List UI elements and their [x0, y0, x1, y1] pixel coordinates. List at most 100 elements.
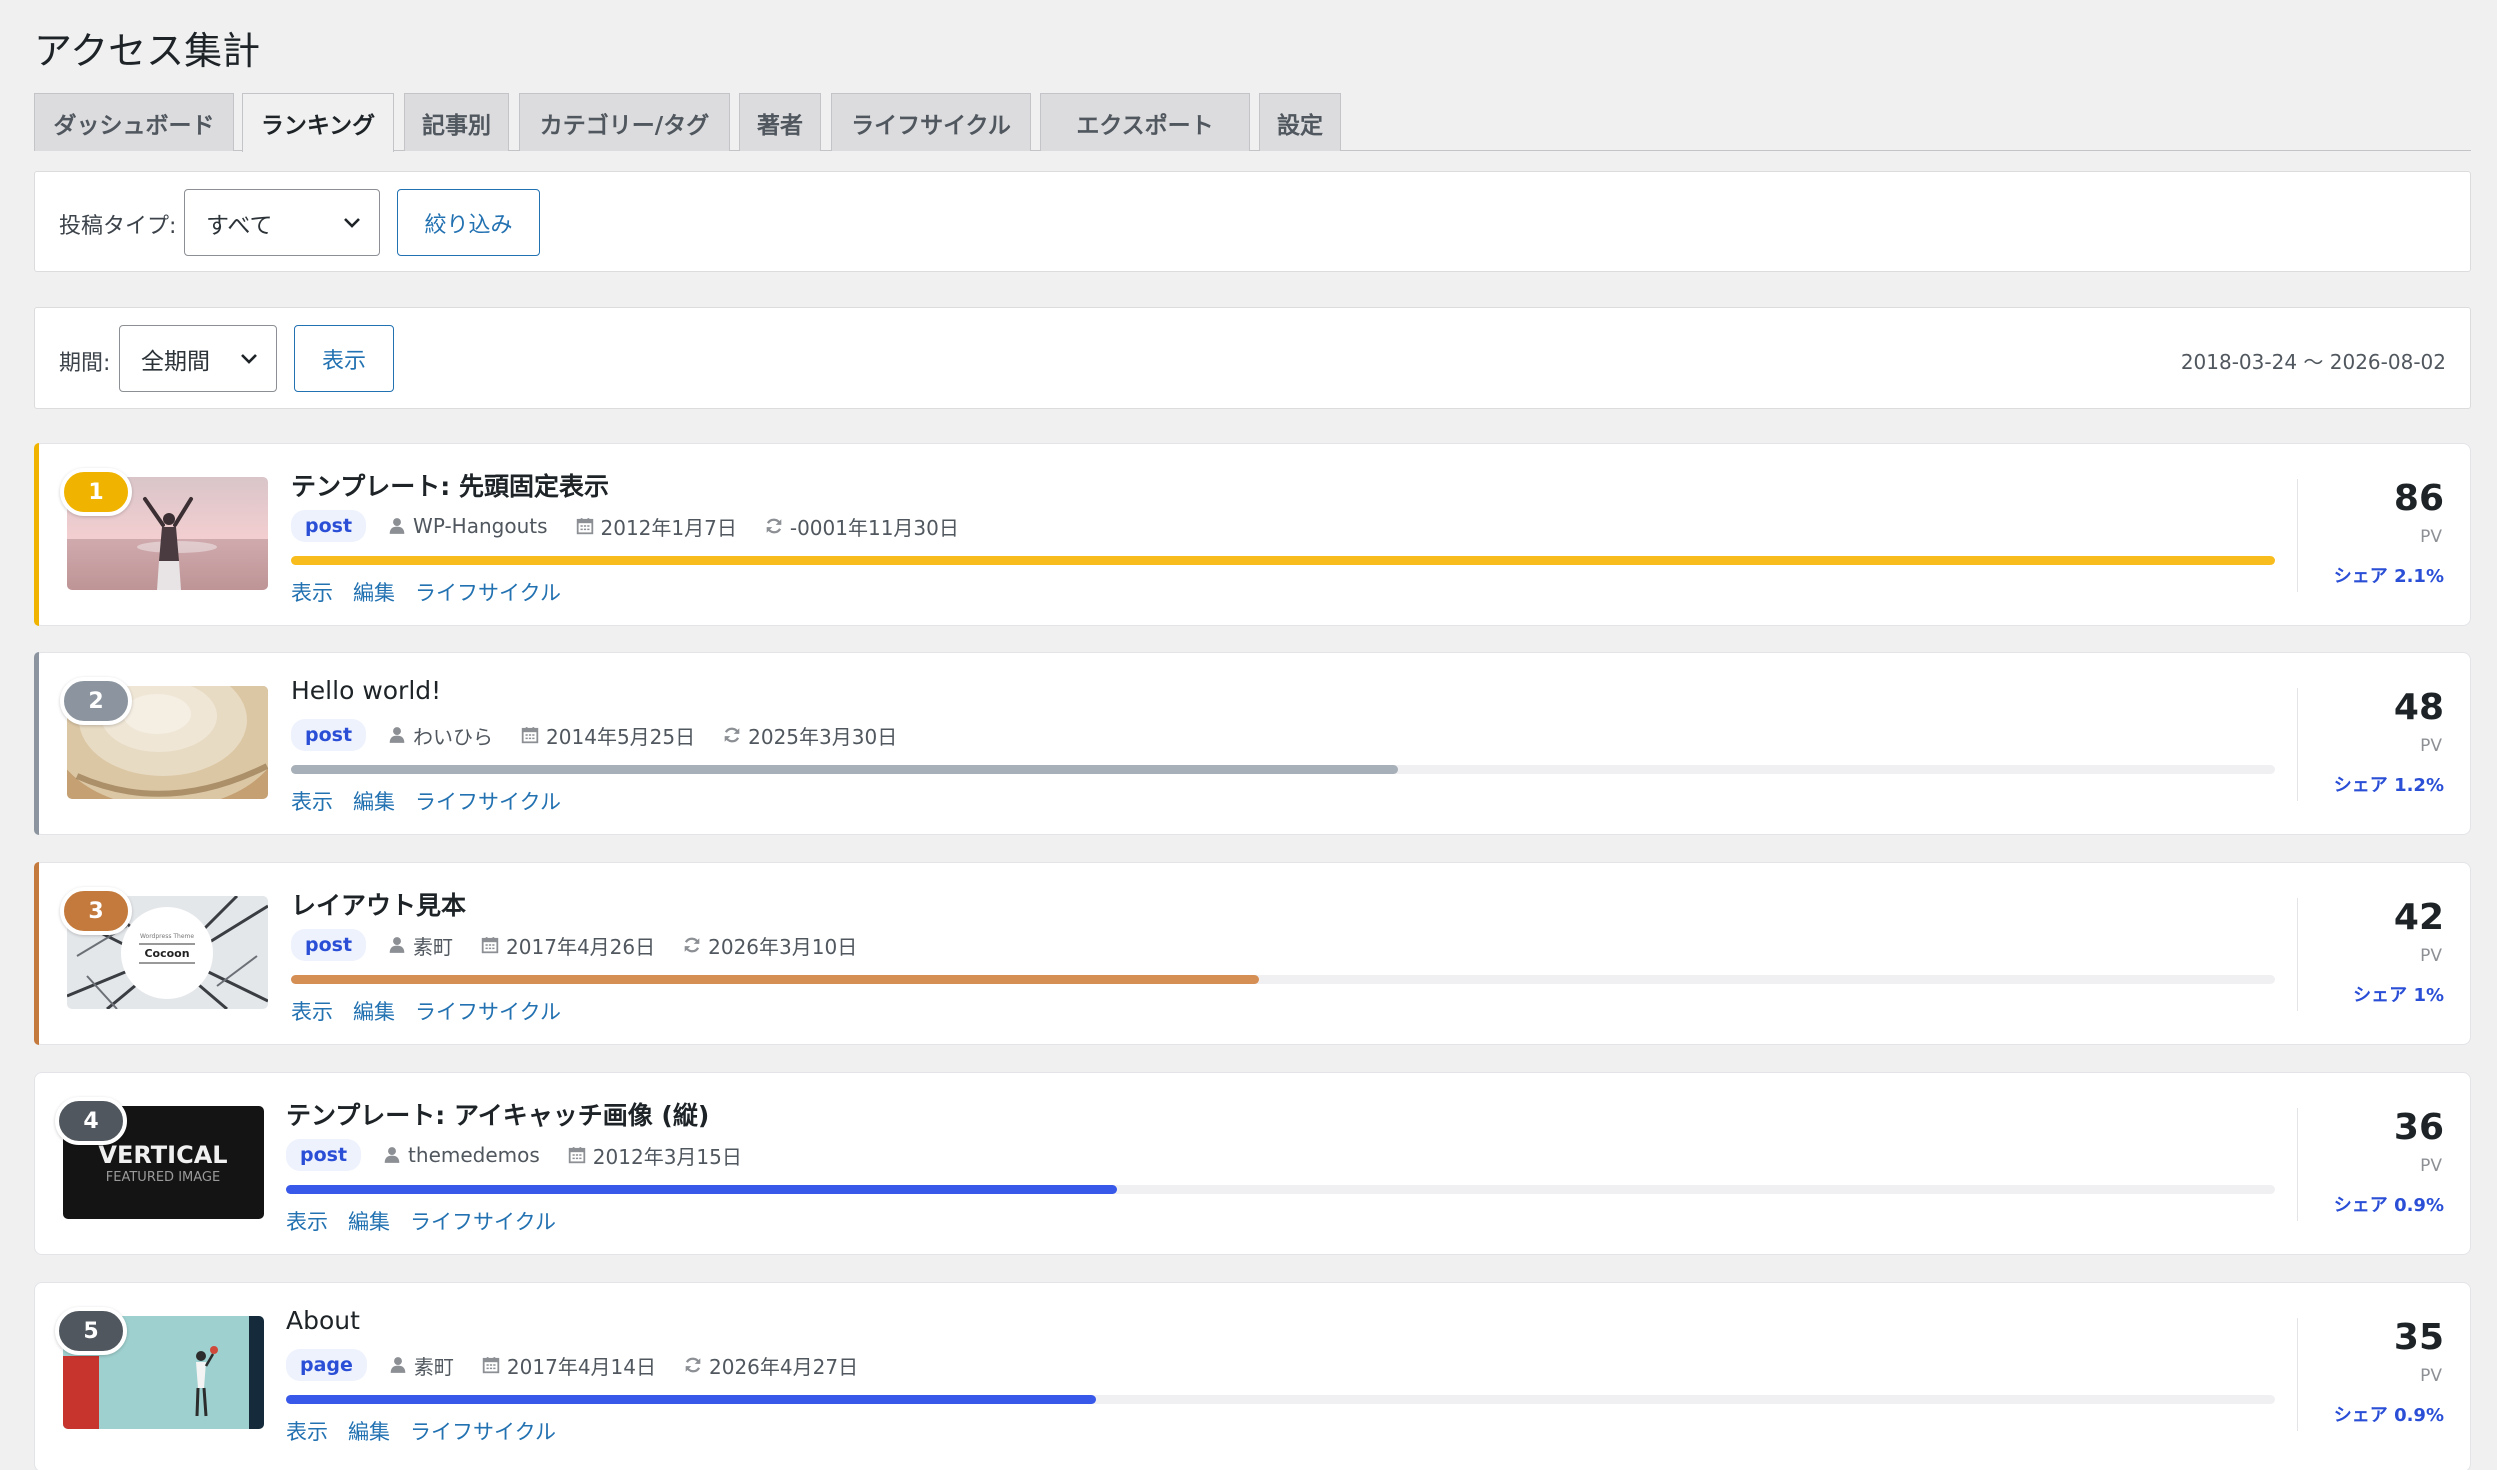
post-title[interactable]: テンプレート: 先頭固定表示 — [291, 467, 609, 503]
ranking-item: 2 Hello world! post わいひら 2014年5月25日 2025… — [34, 652, 2471, 835]
tab-ranking[interactable]: ランキング — [242, 93, 394, 152]
post-title[interactable]: Hello world! — [291, 676, 441, 705]
pv-bar-fill — [291, 765, 1399, 774]
calendar-icon — [482, 1356, 500, 1374]
tab-settings[interactable]: 設定 — [1259, 93, 1341, 151]
pv-count: 48 — [2393, 687, 2444, 728]
lifecycle-link[interactable]: ライフサイクル — [415, 577, 561, 607]
view-link[interactable]: 表示 — [291, 786, 333, 816]
edit-link[interactable]: 編集 — [353, 577, 395, 607]
edit-link[interactable]: 編集 — [353, 996, 395, 1026]
ranking-item: Wordpress Theme Cocoon 3 レイアウト見本 post 素町… — [34, 862, 2471, 1045]
author-name: themedemos — [408, 1143, 540, 1167]
tab-authors[interactable]: 著者 — [739, 93, 821, 151]
period-label: 期間: — [59, 351, 111, 376]
calendar-icon — [576, 517, 594, 535]
pv-bar-fill — [286, 1395, 1096, 1404]
tab-export[interactable]: エクスポート — [1040, 93, 1250, 151]
pv-unit: PV — [2420, 1156, 2442, 1176]
user-icon — [383, 1146, 401, 1164]
calendar-icon — [568, 1146, 586, 1164]
edit-link[interactable]: 編集 — [348, 1206, 390, 1236]
post-type-select[interactable]: すべて — [184, 189, 380, 256]
post-title[interactable]: About — [286, 1306, 360, 1335]
ranking-item: 1 テンプレート: 先頭固定表示 post WP-Hangouts 2012年1… — [34, 443, 2471, 626]
divider — [2297, 1108, 2298, 1221]
view-link[interactable]: 表示 — [286, 1206, 328, 1236]
update-icon — [683, 936, 701, 954]
row-actions: 表示 編集 ライフサイクル — [286, 1206, 556, 1236]
filter-button[interactable]: 絞り込み — [397, 189, 540, 256]
pv-count: 86 — [2393, 478, 2444, 519]
rank-badge: 4 — [55, 1097, 127, 1145]
calendar-icon — [521, 726, 539, 744]
post-meta: page 素町 2017年4月14日 2026年4月27日 — [286, 1349, 876, 1381]
pv-count: 35 — [2393, 1317, 2444, 1358]
published-date: 2017年4月26日 — [506, 934, 656, 959]
post-type-badge: post — [291, 929, 367, 961]
pv-bar-fill — [286, 1185, 1118, 1194]
pv-unit: PV — [2420, 1366, 2442, 1386]
published-date: 2012年3月15日 — [592, 1144, 742, 1169]
post-title[interactable]: レイアウト見本 — [291, 886, 466, 922]
view-link[interactable]: 表示 — [291, 996, 333, 1026]
pv-unit: PV — [2420, 736, 2442, 756]
post-type-badge: post — [291, 719, 367, 751]
page-title: アクセス集計 — [34, 29, 261, 73]
user-icon — [388, 936, 406, 954]
tab-category-tag[interactable]: カテゴリー/タグ — [519, 93, 730, 151]
lifecycle-link[interactable]: ライフサイクル — [415, 786, 561, 816]
published-date: 2012年1月7日 — [600, 515, 737, 540]
share-percent: シェア 1.2% — [2333, 775, 2444, 796]
show-button[interactable]: 表示 — [294, 325, 394, 392]
view-link[interactable]: 表示 — [291, 577, 333, 607]
rank-badge: 5 — [55, 1307, 127, 1355]
post-meta: post わいひら 2014年5月25日 2025年3月30日 — [291, 719, 915, 751]
post-meta: post 素町 2017年4月26日 2026年3月10日 — [291, 929, 875, 961]
row-actions: 表示 編集 ライフサイクル — [291, 996, 561, 1026]
rank-badge: 3 — [60, 887, 132, 935]
thumb-cocoon-text: Cocoon — [144, 947, 189, 960]
post-meta: post themedemos 2012年3月15日 — [286, 1139, 760, 1171]
tab-lifecycle[interactable]: ライフサイクル — [831, 93, 1031, 151]
post-type-filter-panel: 投稿タイプ: すべて 絞り込み — [34, 171, 2471, 272]
view-link[interactable]: 表示 — [286, 1416, 328, 1446]
pv-bar — [291, 765, 2275, 774]
ranking-item: 5 About page 素町 2017年4月14日 2026年4月27日 表示… — [34, 1282, 2471, 1470]
pv-bar — [286, 1185, 2275, 1194]
period-panel: 期間: 全期間 表示 2018-03-24 〜 2026-08-02 — [34, 307, 2471, 409]
post-meta: post WP-Hangouts 2012年1月7日 -0001年11月30日 — [291, 510, 977, 542]
post-title[interactable]: テンプレート: アイキャッチ画像 (縦) — [286, 1096, 709, 1132]
modified-date: 2026年3月10日 — [708, 934, 858, 959]
row-actions: 表示 編集 ライフサイクル — [291, 786, 561, 816]
lifecycle-link[interactable]: ライフサイクル — [410, 1416, 556, 1446]
post-type-badge: page — [286, 1349, 367, 1381]
published-date: 2017年4月14日 — [506, 1354, 656, 1379]
pv-bar — [291, 975, 2275, 984]
tab-articles[interactable]: 記事別 — [404, 93, 509, 151]
rank-accent — [34, 652, 39, 835]
row-actions: 表示 編集 ライフサイクル — [286, 1416, 556, 1446]
user-icon — [388, 726, 406, 744]
pv-unit: PV — [2420, 527, 2442, 547]
post-type-label: 投稿タイプ: — [59, 214, 177, 239]
nav-tabs: ダッシュボード ランキング 記事別 カテゴリー/タグ 著者 ライフサイクル エク… — [34, 93, 2471, 152]
rank-accent — [34, 443, 39, 626]
share-percent: シェア 2.1% — [2333, 566, 2444, 587]
share-percent: シェア 0.9% — [2333, 1195, 2444, 1216]
modified-date: 2025年3月30日 — [748, 724, 898, 749]
tab-dashboard[interactable]: ダッシュボード — [34, 93, 234, 151]
edit-link[interactable]: 編集 — [348, 1416, 390, 1446]
update-icon — [723, 726, 741, 744]
edit-link[interactable]: 編集 — [353, 786, 395, 816]
divider — [2297, 1318, 2298, 1431]
chevron-down-icon — [344, 217, 360, 228]
pv-bar — [291, 556, 2275, 565]
share-percent: シェア 1% — [2353, 985, 2444, 1006]
svg-text:Wordpress Theme: Wordpress Theme — [140, 933, 194, 940]
modified-date: -0001年11月30日 — [789, 515, 959, 540]
period-select[interactable]: 全期間 — [119, 325, 277, 392]
lifecycle-link[interactable]: ライフサイクル — [415, 996, 561, 1026]
author-name: WP-Hangouts — [413, 514, 548, 538]
lifecycle-link[interactable]: ライフサイクル — [410, 1206, 556, 1236]
